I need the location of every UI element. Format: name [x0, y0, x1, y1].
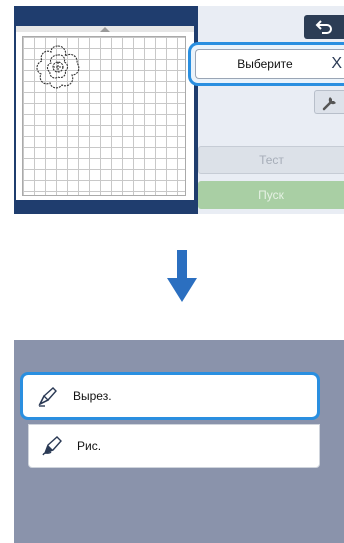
back-button[interactable]	[304, 15, 344, 39]
settings-button[interactable]	[314, 90, 344, 114]
close-icon: X	[331, 55, 342, 72]
start-button[interactable]: Пуск	[198, 181, 344, 209]
back-arrow-icon	[315, 20, 332, 34]
menu-item-draw[interactable]: Рис.	[28, 424, 320, 468]
mat-grid	[22, 36, 186, 196]
menu-item-draw-label: Рис.	[77, 439, 102, 453]
test-button[interactable]: Тест	[198, 146, 344, 174]
menu-item-cut[interactable]: Вырез.	[20, 372, 320, 420]
menu-item-cut-label: Вырез.	[73, 389, 112, 403]
flower-pattern-icon	[36, 45, 80, 89]
pen-holder-icon	[42, 436, 62, 456]
wrench-icon	[322, 97, 336, 111]
select-button-highlight: Выберите X	[188, 42, 344, 86]
mat-preview	[16, 26, 194, 200]
select-mode-label: Выберите	[237, 57, 293, 71]
test-button-label: Тест	[259, 153, 284, 167]
start-button-label: Пуск	[258, 188, 284, 202]
mat-feed-arrow-icon	[100, 27, 110, 32]
blade-holder-icon	[38, 387, 57, 407]
select-mode-button[interactable]: Выберите X	[195, 49, 344, 79]
mode-menu: Вырез. Рис.	[20, 372, 320, 470]
arrow-down-icon	[167, 250, 197, 302]
